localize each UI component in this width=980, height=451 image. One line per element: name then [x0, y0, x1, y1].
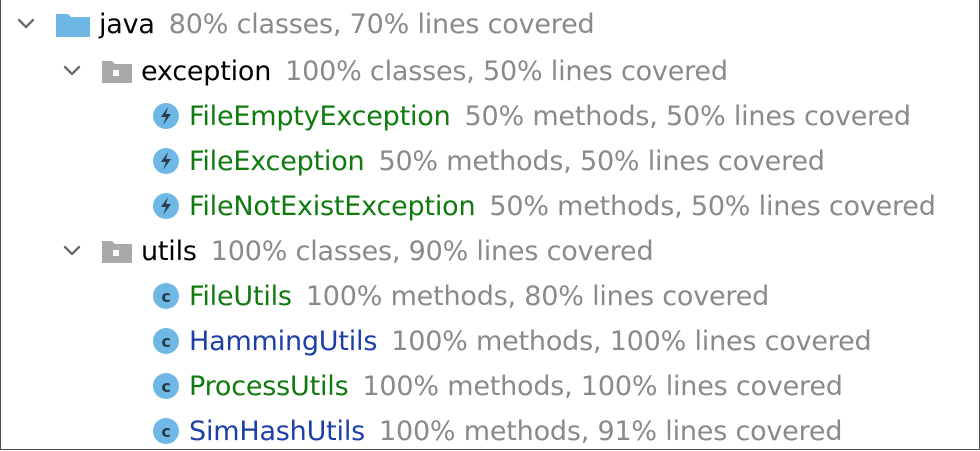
coverage-stats: 80% classes, 70% lines covered: [168, 8, 595, 40]
node-label: FileUtils: [189, 280, 292, 312]
class-icon: c: [151, 281, 181, 311]
svg-text:c: c: [161, 287, 170, 306]
tree-node-HammingUtils[interactable]: c HammingUtils 100% methods, 100% lines …: [151, 321, 872, 361]
coverage-stats: 100% methods, 100% lines covered: [362, 370, 843, 402]
coverage-tree-panel: java 80% classes, 70% lines covered exce…: [0, 0, 980, 450]
node-label: utils: [141, 235, 197, 267]
exception-class-icon: [151, 191, 181, 221]
chevron-down-icon[interactable]: [61, 60, 83, 82]
exception-class-icon: [151, 146, 181, 176]
tree-node-FileEmptyException[interactable]: FileEmptyException 50% methods, 50% line…: [151, 96, 911, 136]
node-label: ProcessUtils: [189, 370, 349, 402]
chevron-down-icon[interactable]: [61, 240, 83, 262]
coverage-stats: 100% methods, 91% lines covered: [379, 415, 843, 447]
package-icon: [101, 58, 133, 84]
node-label: exception: [141, 55, 272, 87]
package-icon: [101, 238, 133, 264]
chevron-down-icon[interactable]: [15, 13, 37, 35]
node-label: FileNotExistException: [189, 190, 476, 222]
class-icon: c: [151, 416, 181, 446]
svg-text:c: c: [161, 422, 170, 441]
svg-text:c: c: [161, 377, 170, 396]
tree-node-java[interactable]: java 80% classes, 70% lines covered: [15, 4, 595, 44]
tree-node-exception[interactable]: exception 100% classes, 50% lines covere…: [61, 51, 728, 91]
node-label: FileEmptyException: [189, 100, 451, 132]
tree-node-utils[interactable]: utils 100% classes, 90% lines covered: [61, 231, 654, 271]
coverage-stats: 50% methods, 50% lines covered: [378, 145, 825, 177]
tree-node-FileException[interactable]: FileException 50% methods, 50% lines cov…: [151, 141, 825, 181]
node-label: HammingUtils: [189, 325, 378, 357]
tree-node-FileNotExistException[interactable]: FileNotExistException 50% methods, 50% l…: [151, 186, 936, 226]
tree-node-SimHashUtils[interactable]: c SimHashUtils 100% methods, 91% lines c…: [151, 411, 842, 451]
coverage-stats: 100% methods, 100% lines covered: [391, 325, 872, 357]
node-label: FileException: [189, 145, 365, 177]
coverage-stats: 50% methods, 50% lines covered: [489, 190, 936, 222]
svg-text:c: c: [161, 332, 170, 351]
tree-node-FileUtils[interactable]: c FileUtils 100% methods, 80% lines cove…: [151, 276, 769, 316]
class-icon: c: [151, 326, 181, 356]
coverage-stats: 50% methods, 50% lines covered: [464, 100, 911, 132]
node-label: SimHashUtils: [189, 415, 365, 447]
node-label: java: [99, 8, 155, 40]
coverage-stats: 100% classes, 90% lines covered: [210, 235, 654, 267]
folder-icon: [55, 10, 91, 38]
coverage-stats: 100% methods, 80% lines covered: [305, 280, 770, 312]
tree-node-ProcessUtils[interactable]: c ProcessUtils 100% methods, 100% lines …: [151, 366, 843, 406]
exception-class-icon: [151, 101, 181, 131]
coverage-stats: 100% classes, 50% lines covered: [285, 55, 728, 87]
class-icon: c: [151, 371, 181, 401]
